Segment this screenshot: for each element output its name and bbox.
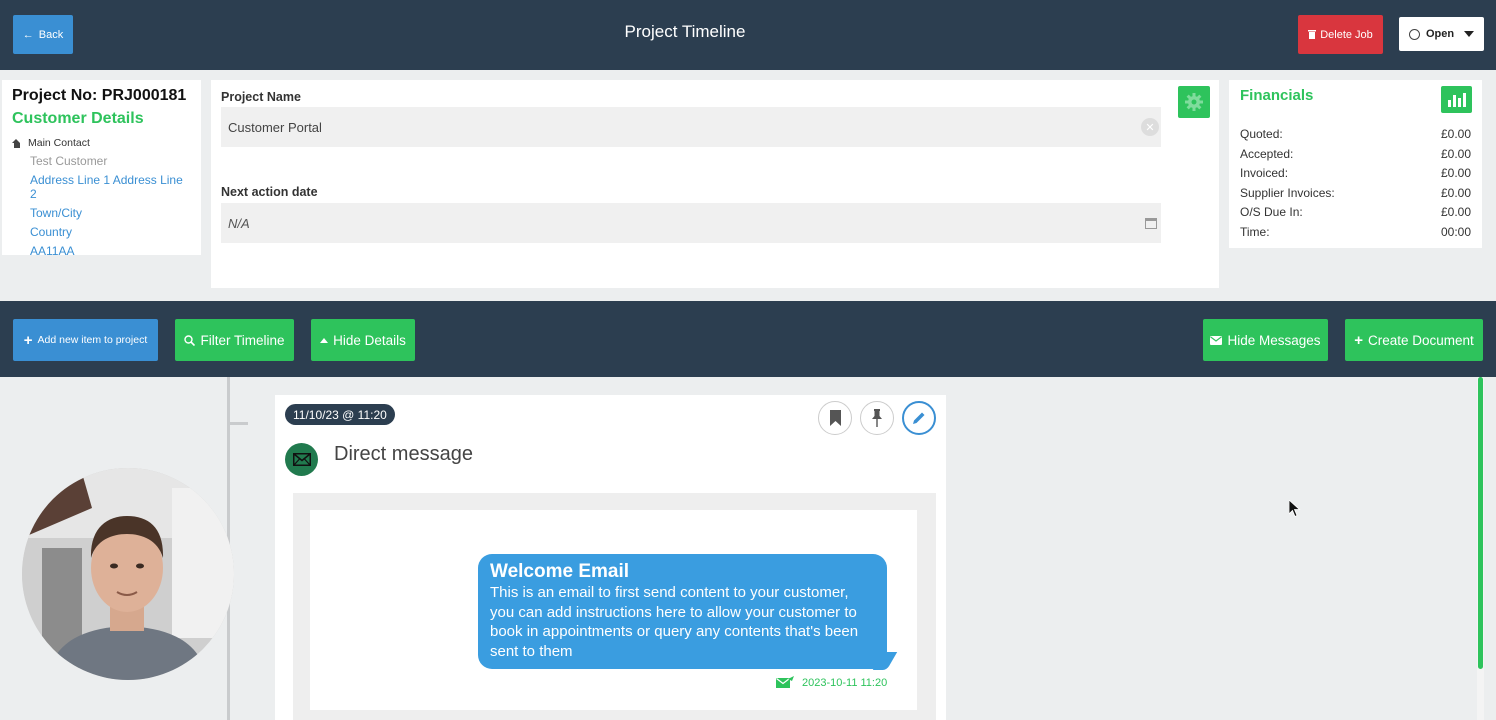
gear-icon [1185,93,1203,111]
project-number: Project No: PRJ000181 [12,87,187,104]
financials-row-value: 00:00 [1440,224,1471,239]
timeline-action-bar: + Add new item to project Filter Timelin… [0,301,1496,377]
financials-row-value: £0.00 [1440,146,1471,161]
financials-row-label: Invoiced: [1240,166,1289,180]
hide-details-button[interactable]: Hide Details [311,319,415,361]
message-title: Welcome Email [490,561,630,582]
clear-icon[interactable]: ✕ [1141,118,1159,136]
create-document-label: Create Document [1367,332,1474,348]
plus-icon: + [1354,331,1363,349]
caret-down-icon [1464,31,1475,37]
delete-job-button[interactable]: Delete Job [1298,15,1383,54]
bar-chart-icon [1447,93,1466,107]
envelope-icon [1210,335,1223,345]
next-action-date-input[interactable]: N/A [221,203,1161,243]
financials-row-invoiced: Invoiced: £0.00 [1240,166,1471,186]
financials-chart-button[interactable] [1441,86,1472,113]
customer-postcode-link[interactable]: AA11AA [30,244,191,258]
customer-address-link[interactable]: Address Line 1 Address Line 2 [30,173,191,201]
next-action-label: Next action date [221,185,318,199]
message-body: This is an email to first send content t… [490,584,859,660]
scrollbar-thumb[interactable] [1478,377,1483,669]
mouse-cursor-icon [1289,500,1301,518]
financials-row-label: Time: [1240,224,1270,239]
pin-button[interactable] [860,401,894,435]
message-type-icon [285,443,318,476]
financials-row-supplier-invoices: Supplier Invoices: £0.00 [1240,186,1471,206]
financials-row-label: Accepted: [1240,146,1294,161]
customer-details-panel: Project No: PRJ000181 Customer Details M… [2,80,201,258]
plus-icon: + [23,331,33,349]
financials-row-label: O/S Due In: [1240,205,1303,219]
create-document-button[interactable]: + Create Document [1345,319,1483,361]
status-value: Open [1425,28,1455,40]
entry-date-badge: 11/10/23 @ 11:20 [285,404,395,425]
financials-row-value: £0.00 [1440,166,1471,180]
customer-town-link[interactable]: Town/City [30,206,191,220]
bookmark-icon [829,410,841,426]
message-container: Welcome Email This is an email to first … [310,510,917,710]
financials-row-label: Quoted: [1240,127,1283,141]
entry-title: Direct message [334,443,473,465]
financials-row-accepted: Accepted: £0.00 [1240,147,1471,167]
status-dropdown[interactable]: Open [1399,17,1484,51]
message-thread: Welcome Email This is an email to first … [293,493,936,720]
caret-up-icon [320,337,329,343]
timeline-entry-card: 11/10/23 @ 11:20 Direct message Welcome … [275,395,946,720]
main-contact-row: Main Contact [12,137,191,149]
bookmark-button[interactable] [818,401,852,435]
top-bar: ← Back Project Timeline Delete Job Open [0,0,1496,70]
circle-icon [1408,28,1420,40]
message-bubble: Welcome Email This is an email to first … [478,554,887,669]
email-sent-icon [776,676,794,688]
home-icon [12,138,21,148]
delete-job-label: Delete Job [1320,28,1373,41]
settings-button[interactable] [1178,86,1210,118]
project-name-input[interactable]: Customer Portal ✕ [221,107,1161,147]
trash-icon [1308,30,1317,39]
presenter-video-image [22,468,234,680]
pencil-icon [913,412,925,424]
filter-timeline-button[interactable]: Filter Timeline [175,319,294,361]
pin-icon [872,409,882,427]
timeline-connector [230,422,248,425]
filter-timeline-label: Filter Timeline [200,332,285,348]
customer-details-heading: Customer Details [12,110,144,127]
add-item-button[interactable]: + Add new item to project [13,319,158,361]
customer-country-link[interactable]: Country [30,225,191,239]
hide-messages-label: Hide Messages [1227,332,1321,348]
financials-row-time: Time: 00:00 [1240,225,1471,245]
edit-button[interactable] [902,401,936,435]
financials-row-value: £0.00 [1440,185,1471,200]
webcam-overlay [22,468,234,680]
hide-messages-button[interactable]: Hide Messages [1203,319,1328,361]
add-item-label: Add new item to project [37,334,148,346]
calendar-icon[interactable] [1145,218,1157,229]
project-form-panel: Project Name Customer Portal ✕ Next acti… [211,80,1219,288]
financials-row-value: £0.00 [1440,127,1471,141]
project-name-label: Project Name [221,90,301,104]
financials-title: Financials [1240,87,1314,104]
financials-list: Quoted: £0.00 Accepted: £0.00 Invoiced: £0.… [1240,127,1471,244]
financials-panel: Financials Quoted: £0.00 Accepted: £0.00 I… [1229,80,1482,248]
financials-row-quoted: Quoted: £0.00 [1240,127,1471,147]
envelope-icon [292,453,311,466]
page-title: Project Timeline [624,22,746,41]
hide-details-label: Hide Details [333,332,406,348]
financials-row-os-due-in: O/S Due In: £0.00 [1240,205,1471,225]
financials-row-label: Supplier Invoices: [1240,185,1335,200]
message-sent-info: 2023-10-11 11:20 [776,676,887,689]
message-timestamp: 2023-10-11 11:20 [802,676,888,689]
project-name-value: Customer Portal [228,119,322,135]
search-icon [184,334,196,346]
next-action-date-value: N/A [228,215,250,231]
financials-row-value: £0.00 [1440,205,1471,219]
main-contact-label: Main Contact [28,137,90,149]
customer-name: Test Customer [30,154,108,168]
